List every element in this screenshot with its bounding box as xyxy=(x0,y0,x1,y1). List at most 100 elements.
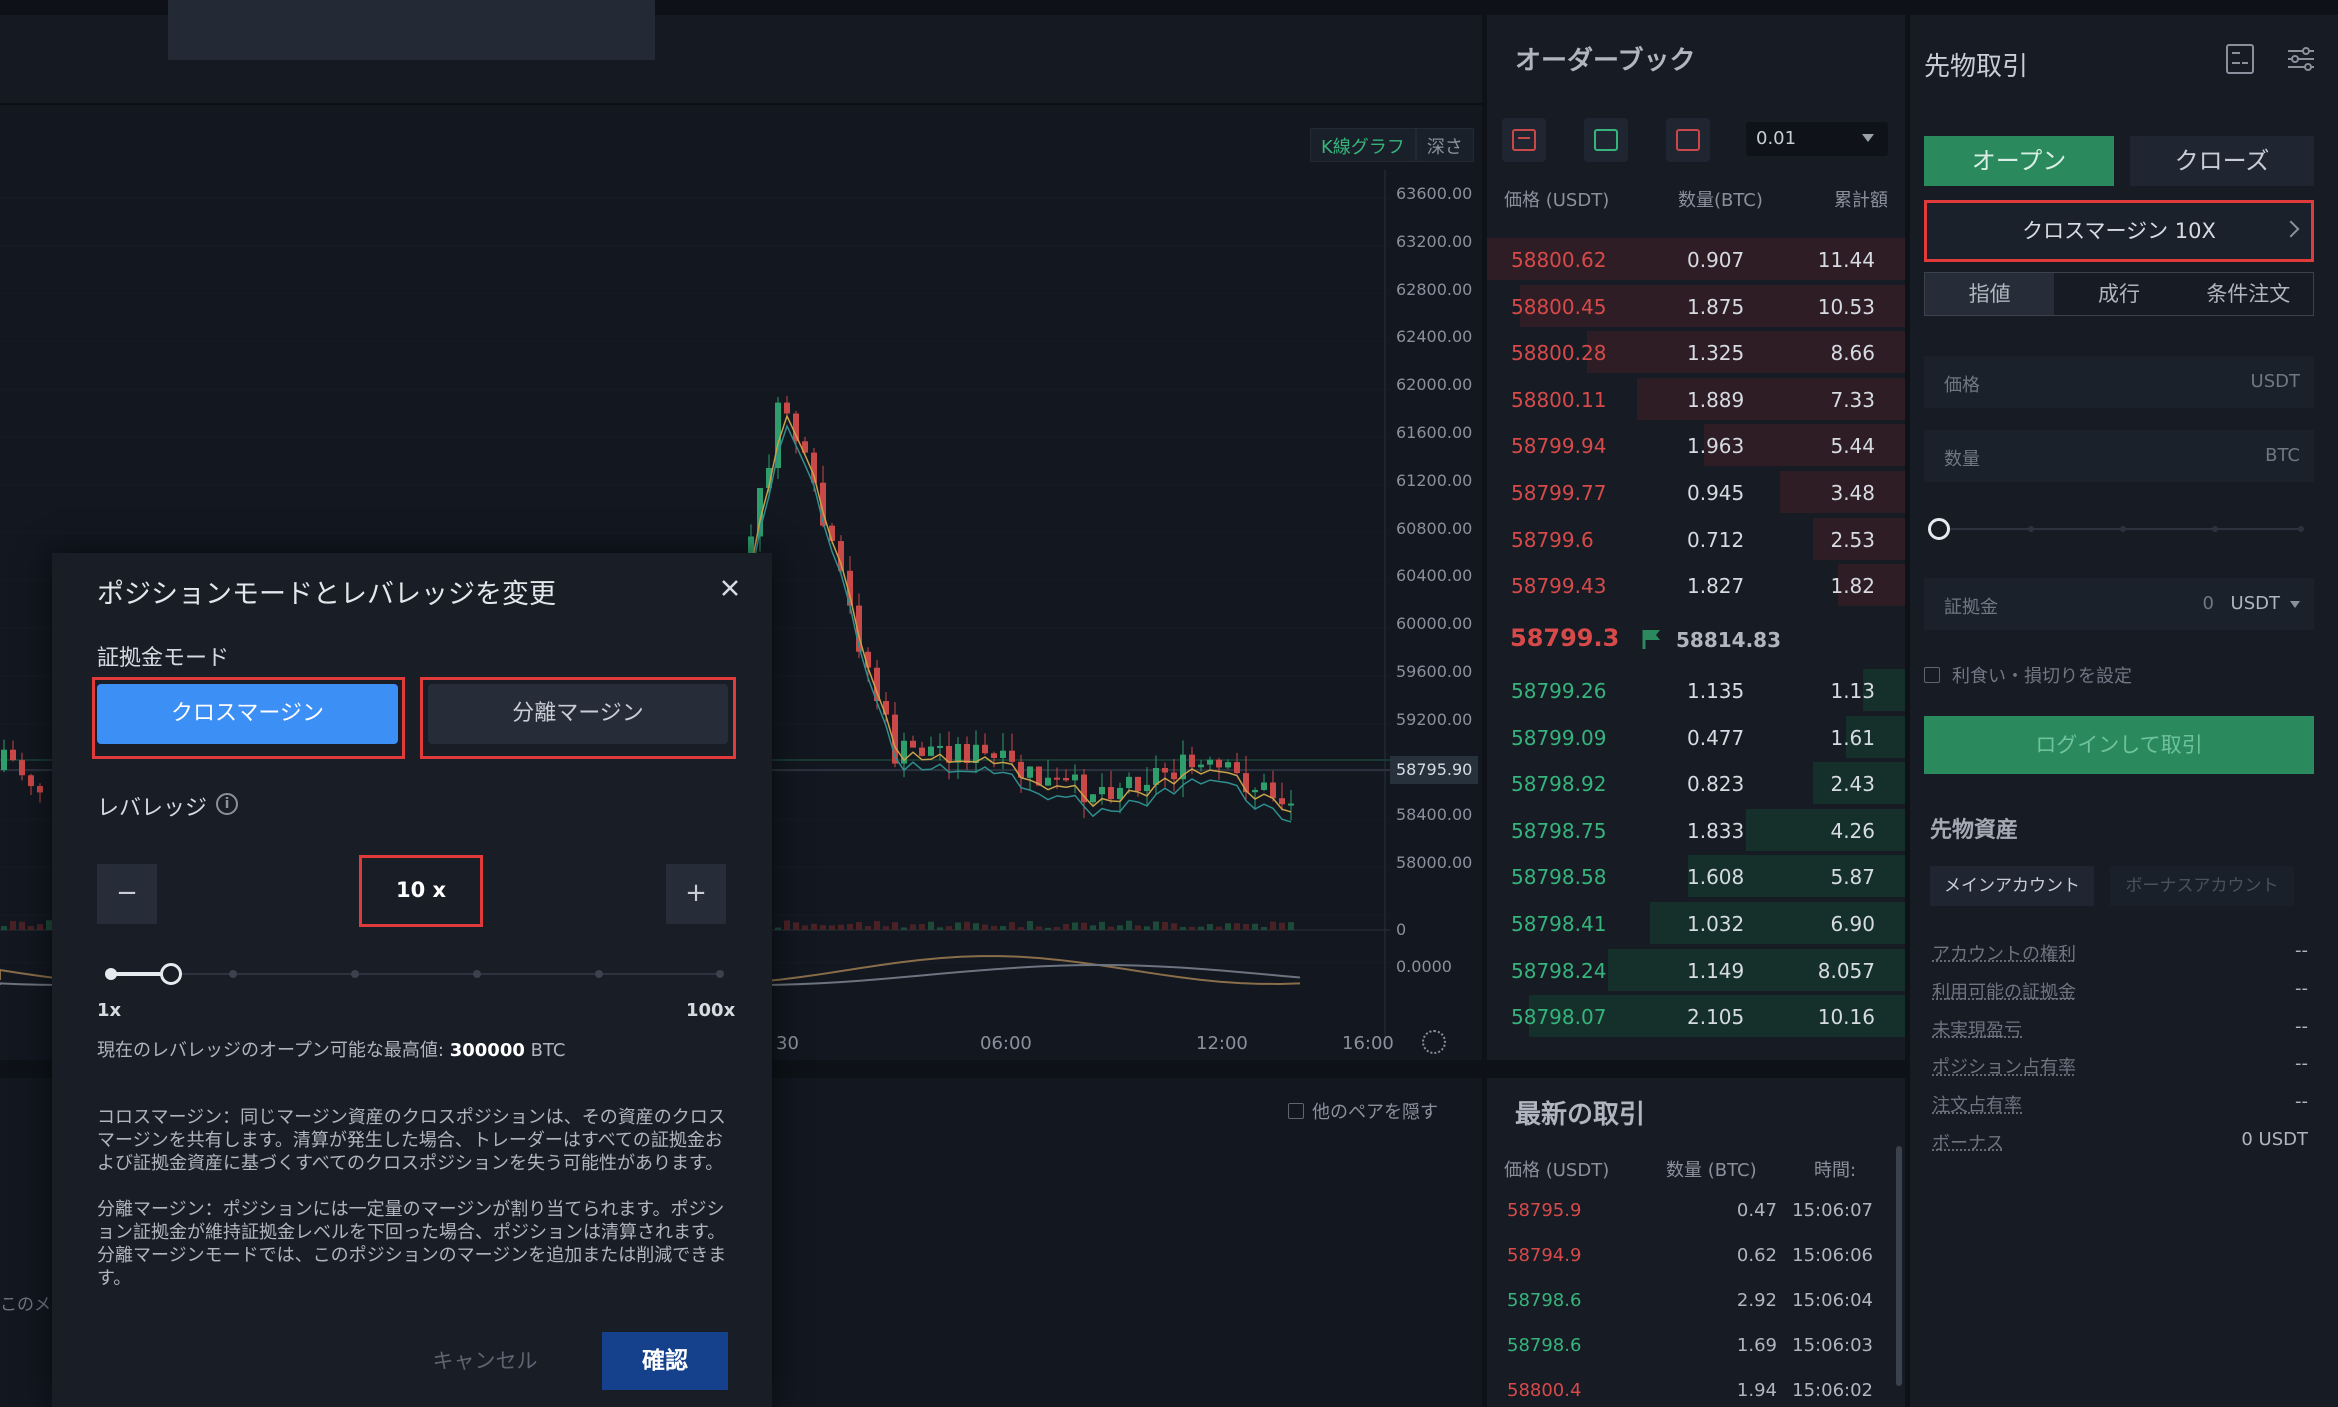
confirm-button[interactable]: 確認 xyxy=(602,1332,728,1390)
isolated-margin-button[interactable]: 分離マージン xyxy=(428,684,728,744)
price-tick: 60400.00 xyxy=(1396,566,1472,585)
leverage-min-label: 1x xyxy=(97,1000,121,1021)
time-tick: 16:00 xyxy=(1342,1033,1394,1054)
tp-sl-checkbox[interactable]: 利食い・損切りを設定 xyxy=(1924,662,2132,688)
bid-row[interactable]: 58798.58 1.608 5.87 xyxy=(1487,853,1905,899)
asset-label[interactable]: 未実現盈亏 xyxy=(1932,1020,2022,1041)
bid-row[interactable]: 58798.92 0.823 2.43 xyxy=(1487,760,1905,806)
max-open-unit: BTC xyxy=(531,1040,566,1061)
ask-row[interactable]: 58799.6 0.712 2.53 xyxy=(1487,516,1905,562)
asset-value: -- xyxy=(2295,978,2308,999)
leverage-slider-handle[interactable] xyxy=(160,963,182,985)
ask-row[interactable]: 58799.94 1.963 5.44 xyxy=(1487,422,1905,468)
bid-row[interactable]: 58799.26 1.135 1.13 xyxy=(1487,667,1905,713)
ask-cum: 11.44 xyxy=(1818,248,1875,272)
slider-step xyxy=(2120,526,2126,532)
time-tick: 12:00 xyxy=(1196,1033,1248,1054)
trade-row: 58794.9 0.62 15:06:06 xyxy=(1487,1245,1905,1290)
bid-price: 58798.92 xyxy=(1511,772,1606,796)
bid-row[interactable]: 58799.09 0.477 1.61 xyxy=(1487,714,1905,760)
bid-qty: 2.105 xyxy=(1687,1005,1744,1029)
bid-row[interactable]: 58798.41 1.032 6.90 xyxy=(1487,900,1905,946)
quantity-input-label: 数量 xyxy=(1944,445,1980,471)
asset-label[interactable]: 利用可能の証拠金 xyxy=(1932,982,2076,1003)
price-tick: 63600.00 xyxy=(1396,184,1472,203)
futures-title: 先物取引 xyxy=(1924,46,2028,83)
asset-value: -- xyxy=(2295,1016,2308,1037)
ask-cum: 8.66 xyxy=(1830,341,1875,365)
trades-scrollbar[interactable] xyxy=(1896,1146,1902,1386)
cancel-button[interactable]: キャンセル xyxy=(420,1332,550,1390)
ask-cum: 10.53 xyxy=(1818,295,1875,319)
trade-qty: 0.62 xyxy=(1697,1245,1777,1266)
trade-time: 15:06:04 xyxy=(1792,1290,1873,1311)
bid-price: 58798.07 xyxy=(1511,1005,1606,1029)
orderbook-title: オーダーブック xyxy=(1515,40,1695,77)
info-icon[interactable]: i xyxy=(216,793,238,815)
asset-label[interactable]: ポジション占有率 xyxy=(1932,1057,2076,1078)
bid-row[interactable]: 58798.24 1.149 8.057 xyxy=(1487,947,1905,993)
price-tick: 60000.00 xyxy=(1396,614,1472,633)
tab-kline-chart[interactable]: K線グラフ xyxy=(1310,128,1416,162)
asset-row: ボーナス 0 USDT xyxy=(1932,1129,2308,1155)
ask-row[interactable]: 58800.28 1.325 8.66 xyxy=(1487,329,1905,375)
bid-price: 58798.41 xyxy=(1511,912,1606,936)
close-icon[interactable] xyxy=(716,574,744,602)
asset-row: 未実現盈亏 -- xyxy=(1932,1016,2308,1042)
leverage-increase-button[interactable]: + xyxy=(666,864,726,924)
chart-settings-icon[interactable] xyxy=(1422,1030,1446,1054)
margin-input[interactable]: 証拠金 0 USDT xyxy=(1924,578,2314,630)
ask-row[interactable]: 58800.62 0.907 11.44 xyxy=(1487,236,1905,282)
orderbook-bids-view-icon[interactable] xyxy=(1584,118,1628,162)
leverage-value[interactable]: 10 x xyxy=(359,855,483,927)
login-to-trade-button[interactable]: ログインして取引 xyxy=(1924,716,2314,774)
tab-conditional-order[interactable]: 条件注文 xyxy=(2184,273,2313,315)
tab-limit-order[interactable]: 指値 xyxy=(1925,273,2054,315)
ask-row[interactable]: 58800.45 1.875 10.53 xyxy=(1487,283,1905,329)
quantity-slider-handle[interactable] xyxy=(1928,518,1950,540)
bid-qty: 1.608 xyxy=(1687,865,1744,889)
chart-view-tabs: K線グラフ 深さ xyxy=(1310,128,1474,162)
leverage-input[interactable] xyxy=(168,0,655,60)
tab-depth-chart[interactable]: 深さ xyxy=(1416,128,1474,162)
sliders-icon[interactable] xyxy=(2286,44,2316,74)
ask-price: 58800.28 xyxy=(1511,341,1606,365)
leverage-decrease-button[interactable]: − xyxy=(97,864,157,924)
hide-other-pairs-checkbox[interactable]: 他のペアを隠す xyxy=(1288,1098,1438,1124)
asset-label[interactable]: アカウントの権利 xyxy=(1932,944,2076,965)
asset-label[interactable]: ボーナス xyxy=(1932,1133,2004,1154)
calculator-icon[interactable] xyxy=(2226,44,2254,74)
orderbook-both-view-icon[interactable] xyxy=(1502,118,1546,162)
bid-row[interactable]: 58798.75 1.833 4.26 xyxy=(1487,807,1905,853)
orderbook-mark-price: 58814.83 xyxy=(1676,628,1781,652)
ask-row[interactable]: 58799.43 1.827 1.82 xyxy=(1487,562,1905,608)
ask-price: 58800.11 xyxy=(1511,388,1606,412)
max-open-value: 300000 xyxy=(450,1040,525,1061)
ask-price: 58799.77 xyxy=(1511,481,1606,505)
price-tick: 63200.00 xyxy=(1396,232,1472,251)
checkbox-icon xyxy=(1924,667,1940,683)
orderbook-asks-view-icon[interactable] xyxy=(1666,118,1710,162)
leverage-slider-track[interactable] xyxy=(110,973,720,975)
ask-row[interactable]: 58799.77 0.945 3.48 xyxy=(1487,469,1905,515)
bid-row[interactable]: 58798.07 2.105 10.16 xyxy=(1487,993,1905,1039)
bid-cum: 2.43 xyxy=(1830,772,1875,796)
cross-margin-button[interactable]: クロスマージン xyxy=(97,684,398,744)
quantity-input[interactable]: 数量 BTC xyxy=(1924,430,2314,482)
price-tick: 0.0000 xyxy=(1396,957,1452,976)
margin-mode-selector[interactable]: クロスマージン 10X xyxy=(1924,200,2314,262)
price-tick: 62400.00 xyxy=(1396,327,1472,346)
ask-row[interactable]: 58800.11 1.889 7.33 xyxy=(1487,376,1905,422)
price-input[interactable]: 価格 USDT xyxy=(1924,356,2314,408)
margin-unit-select[interactable]: USDT xyxy=(2231,593,2280,614)
bonus-account-tab[interactable]: ボーナスアカウント xyxy=(2110,866,2294,906)
close-position-tab[interactable]: クローズ xyxy=(2130,136,2314,186)
trade-row: 58798.6 2.92 15:06:04 xyxy=(1487,1290,1905,1335)
open-position-tab[interactable]: オープン xyxy=(1924,136,2114,186)
asset-value: -- xyxy=(2295,940,2308,961)
asset-row: 注文占有率 -- xyxy=(1932,1091,2308,1117)
precision-select[interactable]: 0.01 xyxy=(1746,122,1888,156)
asset-label[interactable]: 注文占有率 xyxy=(1932,1095,2022,1116)
tab-market-order[interactable]: 成行 xyxy=(2054,273,2183,315)
main-account-tab[interactable]: メインアカウント xyxy=(1930,866,2094,906)
